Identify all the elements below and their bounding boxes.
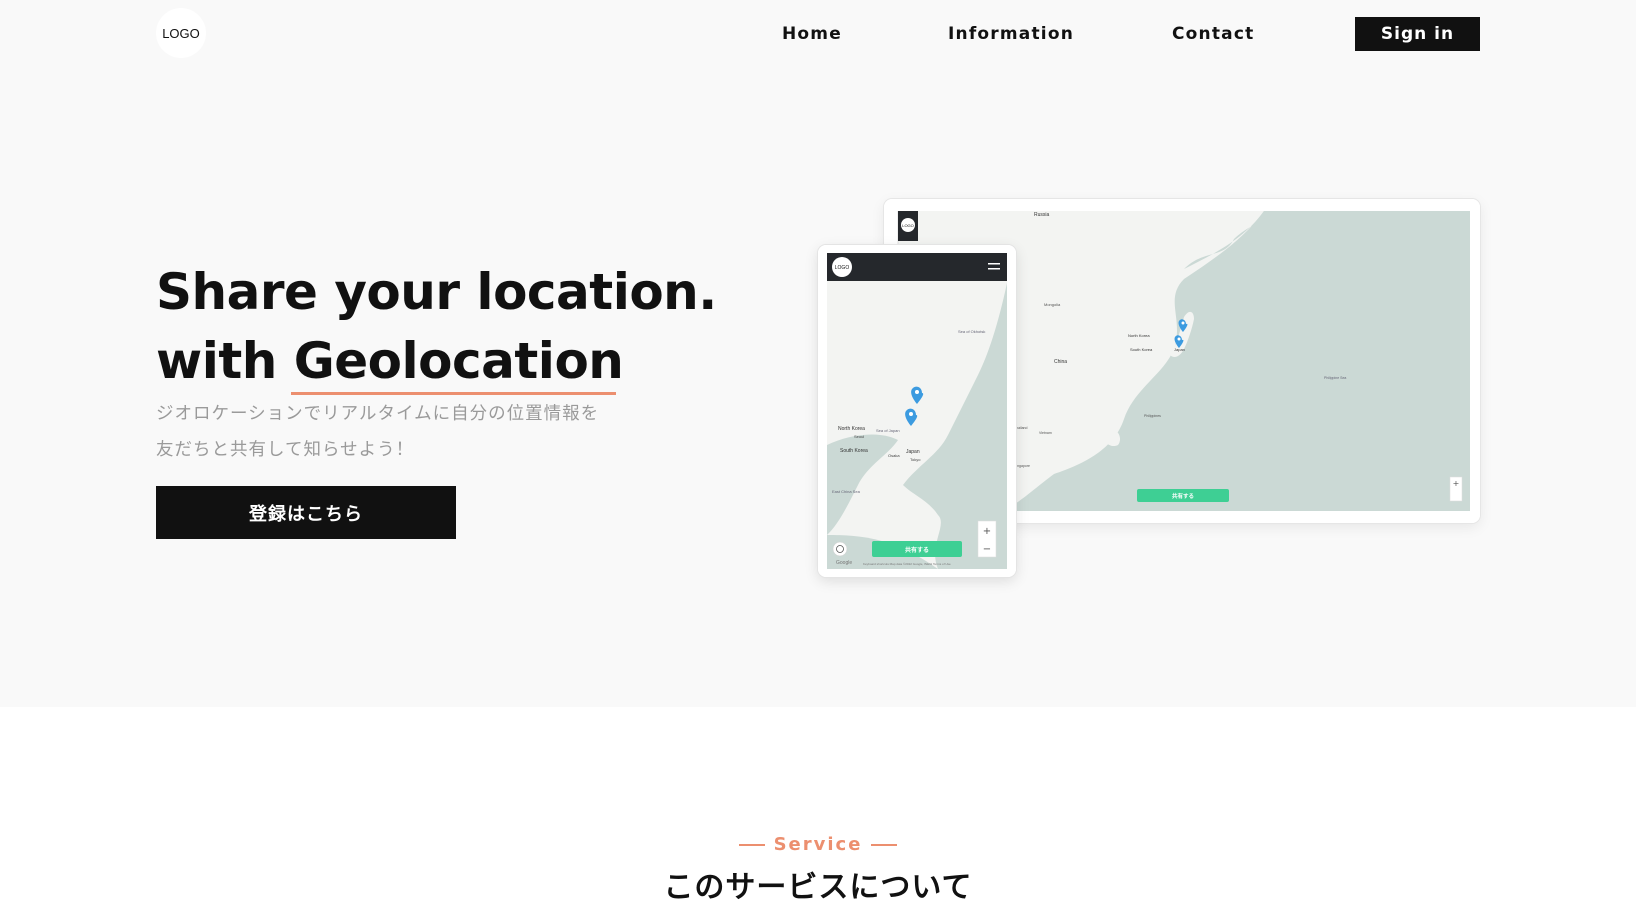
map-label-north-korea: North Korea — [1128, 333, 1150, 338]
nav-information[interactable]: Information — [948, 24, 1074, 44]
register-button[interactable]: 登録はこちら — [156, 486, 456, 539]
map-attribution: Keyboard shortcuts Map data ©2022 Google… — [863, 562, 951, 566]
map-label-japan: Japan — [1174, 347, 1185, 352]
desktop-zoom-in[interactable]: + — [1453, 479, 1460, 488]
map-label-philippine-sea: Philippine Sea — [1324, 376, 1346, 380]
sign-in-button[interactable]: Sign in — [1355, 17, 1480, 51]
nav-contact[interactable]: Contact — [1172, 24, 1254, 44]
service-dash-left — [738, 844, 765, 846]
service-dash-right — [871, 844, 898, 846]
hero-headline-line2: with Geolocation — [156, 336, 624, 386]
headline-prefix: with — [156, 332, 294, 390]
google-mark: Google — [836, 560, 852, 566]
desktop-share-label: 共有する — [1172, 492, 1194, 500]
globe-icon[interactable] — [832, 541, 848, 557]
headline-emphasis: Geolocation — [293, 332, 624, 390]
map-label-tokyo: Tokyo — [910, 457, 921, 462]
map-label-singapore: Singapore — [1014, 464, 1030, 468]
map-label-south-korea-mobile: South Korea — [840, 448, 868, 454]
desktop-mock-logo: LOGO — [902, 223, 914, 228]
mobile-zoom-out[interactable]: − — [983, 544, 991, 555]
service-label-text: Service — [773, 834, 863, 855]
map-label-china: China — [1054, 359, 1067, 365]
service-title: このサービスについて — [663, 870, 973, 905]
mobile-mock-logo: LOGO — [835, 265, 850, 271]
nav-home[interactable]: Home — [782, 24, 842, 44]
service-label: Service — [0, 834, 1636, 855]
map-label-sea-of-japan: Sea of Japan — [876, 428, 900, 433]
map-label-north-korea-mobile: North Korea — [838, 426, 865, 432]
mobile-share-label: 共有する — [905, 546, 929, 554]
hero-subtext-line1: ジオロケーションでリアルタイムに自分の位置情報を — [156, 404, 600, 424]
map-label-sea-of-okhotsk: Sea of Okhotsk — [958, 329, 985, 334]
headline-underline — [291, 392, 616, 395]
map-label-philippines: Philippines — [1144, 414, 1161, 418]
logo-text: LOGO — [162, 25, 200, 41]
map-label-south-korea: South Korea — [1130, 347, 1153, 352]
mobile-map: LOGO Sea of Okhotsk Sea of Japan North K… — [818, 245, 1016, 577]
logo[interactable]: LOGO — [156, 8, 206, 58]
map-label-vietnam: Vietnam — [1039, 431, 1052, 435]
mobile-zoom-in[interactable]: + — [983, 526, 991, 537]
map-label-east-china-sea: East China Sea — [832, 489, 861, 494]
map-label-mongolia: Mongolia — [1044, 302, 1061, 307]
map-label-japan-mobile: Japan — [906, 449, 920, 455]
map-label-russia: Russia — [1034, 212, 1050, 218]
map-label-thailand: Thailand — [1014, 426, 1027, 430]
hero-subtext-line2: 友だちと共有して知らせよう！ — [156, 440, 415, 460]
map-label-seoul: Seoul — [854, 434, 864, 439]
hero-headline-line1: Share your location. — [156, 263, 717, 321]
mobile-mockup: LOGO Sea of Okhotsk Sea of Japan North K… — [818, 245, 1016, 577]
map-label-osaka: Osaka — [888, 453, 900, 458]
